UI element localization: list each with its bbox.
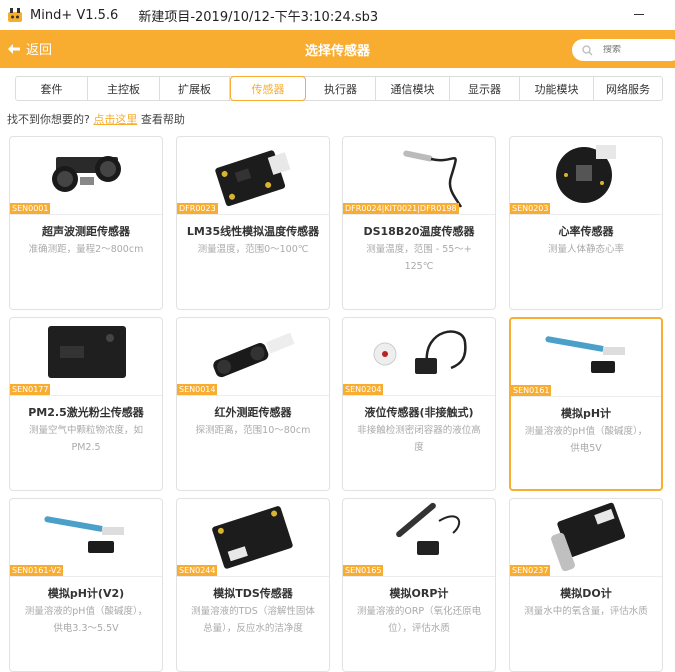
category-tabs: 套件 主控板 扩展板 传感器 执行器 通信模块 显示器 功能模块 网络服务 <box>15 76 663 101</box>
card-name: PM2.5激光粉尘传感器 <box>28 406 144 419</box>
card-description: 测量水中的氧含量，评估水质 <box>524 606 648 617</box>
card-code: SEN0161-V2 <box>10 565 64 576</box>
card-description: 测量溶液的pH值（酸碱度），供电5V <box>524 426 648 454</box>
app-name: Mind+ V1.5.6 <box>30 7 119 23</box>
card-code: SEN0165 <box>343 565 384 576</box>
sensor-card[interactable]: SEN0014 红外测距传感器 探测距离，范围10～80cm <box>176 317 330 491</box>
sensor-card[interactable]: SEN0177 PM2.5激光粉尘传感器 测量空气中颗粒物浓度，如PM2.5 <box>9 317 163 491</box>
card-name: 模拟pH计(V2) <box>47 587 125 600</box>
card-name: LM35线性模拟温度传感器 <box>186 225 320 238</box>
card-description: 测量空气中颗粒物浓度，如PM2.5 <box>28 425 143 453</box>
card-description: 测量人体静态心率 <box>547 244 624 255</box>
card-description: 准确测距，量程2～800cm <box>28 244 144 255</box>
card-name: 液位传感器(非接触式) <box>364 406 474 419</box>
sensor-card[interactable]: SEN0001 超声波测距传感器 准确测距，量程2～800cm <box>9 136 163 310</box>
dialog-header: 返回 选择传感器 <box>0 30 675 68</box>
help-line: 找不到你想要的? 点击这里 查看帮助 <box>7 111 185 127</box>
sensor-card[interactable]: SEN0161 模拟pH计 测量溶液的pH值（酸碱度），供电5V <box>509 317 663 491</box>
card-code: SEN0014 <box>177 384 218 395</box>
card-name: 超声波测距传感器 <box>42 225 130 238</box>
sensor-card[interactable]: SEN0204 液位传感器(非接触式) 非接触检测密闭容器的液位高度 <box>342 317 496 491</box>
tab-kit[interactable]: 套件 <box>16 77 88 100</box>
tab-sensor[interactable]: 传感器 <box>230 76 306 101</box>
card-name: DS18B20温度传感器 <box>363 225 475 238</box>
card-code: SEN0244 <box>177 565 218 576</box>
card-name: 模拟ORP计 <box>389 587 449 600</box>
card-name: 模拟pH计 <box>560 407 612 420</box>
card-code: SEN0203 <box>510 203 551 214</box>
sensor-card[interactable]: SEN0161-V2 模拟pH计(V2) 测量溶液的pH值（酸碱度），供电3.3… <box>9 498 163 672</box>
help-suffix: 查看帮助 <box>140 113 185 126</box>
card-description: 探测距离，范围10～80cm <box>195 425 311 436</box>
sensor-card[interactable]: DFR0023 LM35线性模拟温度传感器 测量温度，范围0～100℃ <box>176 136 330 310</box>
help-prefix: 找不到你想要的? <box>7 113 90 126</box>
card-description: 非接触检测密闭容器的液位高度 <box>357 425 481 453</box>
help-link[interactable]: 点击这里 <box>93 113 137 126</box>
card-name: 红外测距传感器 <box>214 406 292 419</box>
card-description: 测量溶液的TDS（溶解性固体总量），反应水的洁净度 <box>191 606 315 634</box>
sensor-card[interactable]: SEN0203 心率传感器 测量人体静态心率 <box>509 136 663 310</box>
tab-display[interactable]: 显示器 <box>450 77 520 100</box>
search-icon <box>582 44 593 55</box>
card-name: 模拟TDS传感器 <box>213 587 293 600</box>
search-input[interactable] <box>603 45 673 55</box>
tab-actuator[interactable]: 执行器 <box>306 77 376 100</box>
card-code: SEN0001 <box>10 203 51 214</box>
card-description: 测量温度，范围0～100℃ <box>197 244 309 255</box>
card-name: 模拟DO计 <box>560 587 612 600</box>
sensor-card[interactable]: SEN0244 模拟TDS传感器 测量溶液的TDS（溶解性固体总量），反应水的洁… <box>176 498 330 672</box>
card-description: 测量溶液的ORP（氧化还原电位），评估水质 <box>356 606 482 634</box>
card-name: 心率传感器 <box>558 225 614 238</box>
card-code: SEN0237 <box>510 565 551 576</box>
tab-expansion-board[interactable]: 扩展板 <box>160 77 230 100</box>
card-code: DFR0023 <box>177 203 218 214</box>
title-bar: Mind+ V1.5.6 新建项目-2019/10/12-下午3:10:24.s… <box>0 0 675 30</box>
card-code: SEN0177 <box>10 384 51 395</box>
app-logo-icon <box>6 6 24 24</box>
tab-communication-module[interactable]: 通信模块 <box>376 77 450 100</box>
card-code: SEN0161 <box>511 385 552 396</box>
card-code: SEN0204 <box>343 384 384 395</box>
project-name: 新建项目-2019/10/12-下午3:10:24.sb3 <box>138 9 379 25</box>
tab-network-service[interactable]: 网络服务 <box>594 77 662 100</box>
sensor-card[interactable]: SEN0237 模拟DO计 测量水中的氧含量，评估水质 <box>509 498 663 672</box>
card-code: DFR0024|KIT0021|DFR0198 <box>343 203 459 214</box>
card-description: 测量温度，范围 - 55～+ 125℃ <box>366 244 472 272</box>
minimize-button[interactable] <box>634 14 644 15</box>
card-description: 测量溶液的pH值（酸碱度），供电3.3～5.5V <box>24 606 148 634</box>
tab-mainboard[interactable]: 主控板 <box>88 77 160 100</box>
sensor-card[interactable]: DFR0024|KIT0021|DFR0198 DS18B20温度传感器 测量温… <box>342 136 496 310</box>
sensor-card[interactable]: SEN0165 模拟ORP计 测量溶液的ORP（氧化还原电位），评估水质 <box>342 498 496 672</box>
tab-function-module[interactable]: 功能模块 <box>520 77 594 100</box>
search-box[interactable] <box>572 39 675 61</box>
